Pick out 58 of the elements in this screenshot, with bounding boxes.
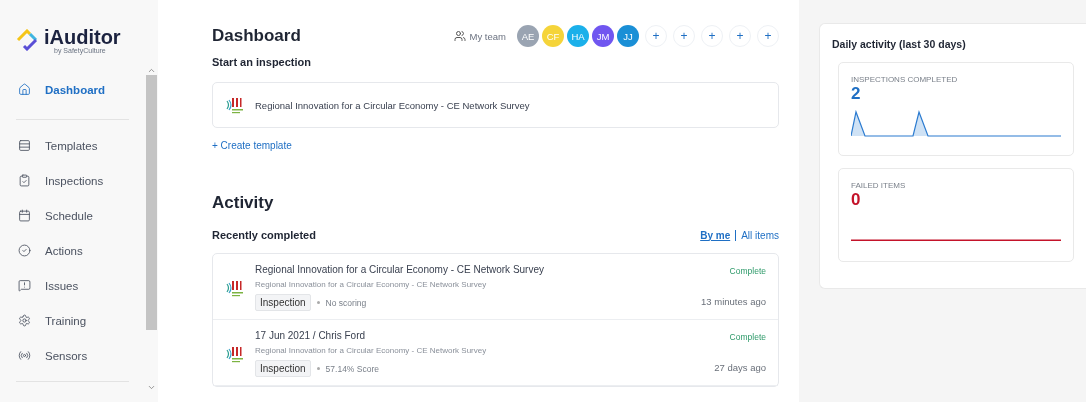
status-text: Complete <box>729 266 766 276</box>
template-name: Regional Innovation for a Circular Economy - CE Network Survey <box>255 280 488 289</box>
check-circle-icon <box>18 244 31 257</box>
alert-message-icon <box>18 279 31 292</box>
signal-icon <box>18 349 31 362</box>
section-heading: Start an inspection <box>212 56 313 68</box>
score-text: 57.14% Score <box>325 363 379 374</box>
add-member-button[interactable]: + <box>757 25 779 47</box>
scroll-up-icon[interactable] <box>147 66 156 75</box>
brand-name: iAuditor <box>44 26 121 47</box>
separator-dot <box>316 367 320 370</box>
template-name: Regional Innovation for a Circular Economy - CE Network Survey <box>255 99 530 111</box>
scroll-down-icon[interactable] <box>147 383 156 392</box>
sidebar-item[interactable]: Schedule <box>0 198 145 233</box>
team-link[interactable]: My team <box>453 30 506 42</box>
sidebar-item[interactable]: Actions <box>0 233 145 268</box>
sidebar-item[interactable]: Issues <box>0 268 145 303</box>
list-icon <box>18 139 31 152</box>
clipboard-check-icon <box>18 174 31 187</box>
calendar-icon <box>18 209 31 222</box>
people-icon <box>453 30 466 42</box>
score-text: No scoring <box>325 297 367 308</box>
avatar[interactable]: JJ <box>617 25 639 47</box>
timestamp: 13 minutes ago <box>701 296 766 307</box>
sidebar-item[interactable]: Inspections <box>0 163 145 198</box>
inspection-title[interactable]: Regional Innovation for a Circular Economy - CE Network Survey <box>255 264 694 275</box>
add-member-button[interactable]: + <box>729 25 751 47</box>
template-name: Regional Innovation for a Circular Economy - CE Network Survey <box>255 346 488 355</box>
separator-dot <box>316 301 320 304</box>
add-member-button[interactable]: + <box>701 25 723 47</box>
filter-link[interactable]: All items <box>741 229 779 241</box>
avatar[interactable]: JM <box>592 25 614 47</box>
template-card[interactable]: Regional Innovation for a Circular Economy - CE Network Survey <box>212 82 779 128</box>
section-heading: Recently completed <box>212 229 316 241</box>
stat-label: FAILED ITEMS <box>851 181 907 190</box>
sidebar-item[interactable]: Sensors <box>0 338 145 373</box>
sidebar-item[interactable]: Training <box>0 303 145 338</box>
home-icon <box>18 83 31 96</box>
inspection-title[interactable]: 17 Jun 2021 / Chris Ford <box>255 330 707 341</box>
create-template-link[interactable]: + Create template <box>212 140 292 151</box>
status-text: Complete <box>729 332 766 342</box>
stat-label: INSPECTIONS COMPLETED <box>851 75 959 84</box>
add-member-button[interactable]: + <box>673 25 695 47</box>
sidebar-item[interactable]: Templates <box>0 128 145 163</box>
page-title: Dashboard <box>212 26 301 46</box>
timestamp: 27 days ago <box>714 362 766 373</box>
stat-value: 2 <box>851 84 862 103</box>
type-tag: Inspection <box>255 360 311 377</box>
filter-link[interactable]: By me <box>700 229 731 241</box>
stat-value: 0 <box>851 190 862 209</box>
gear-icon <box>18 314 31 327</box>
logo-icon <box>16 29 38 51</box>
type-tag: Inspection <box>255 294 311 311</box>
sidebar-item[interactable]: Dashboard <box>0 72 145 107</box>
panel-title: Daily activity (last 30 days) <box>832 38 967 50</box>
add-member-button[interactable]: + <box>645 25 667 47</box>
scrollbar-thumb[interactable] <box>146 75 157 330</box>
section-title: Activity <box>212 193 275 213</box>
